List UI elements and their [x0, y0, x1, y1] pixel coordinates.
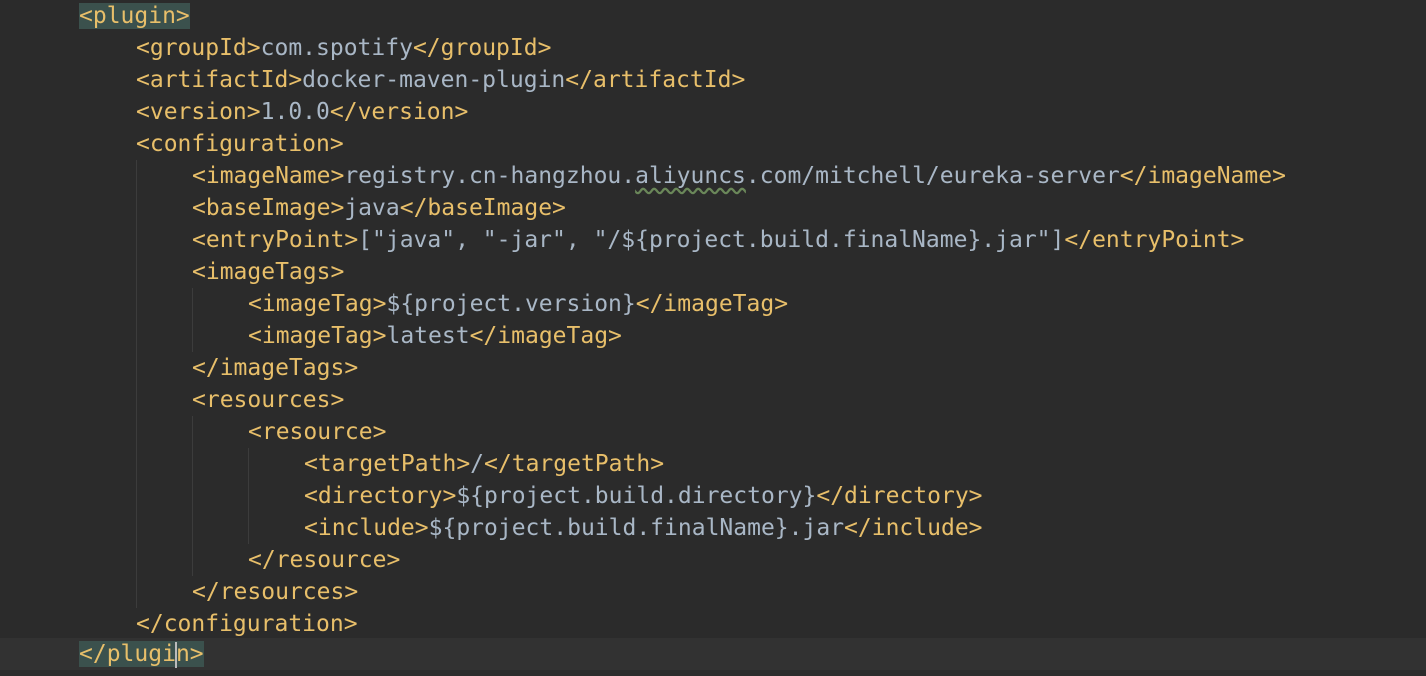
xml-open-tag: <groupId>: [136, 35, 261, 61]
code-line[interactable]: <imageName>registry.cn-hangzhou.aliyuncs…: [0, 160, 1426, 192]
xml-open-tag: <artifactId>: [136, 67, 303, 93]
xml-open-tag: <resources>: [192, 387, 345, 413]
xml-text: .com/mitchell/eureka-server: [745, 163, 1120, 189]
code-line[interactable]: </configuration>: [0, 608, 1426, 640]
code-line[interactable]: </resources>: [0, 576, 1426, 608]
code-line[interactable]: <include>${project.build.finalName}.jar<…: [0, 512, 1426, 544]
xml-close-tag: </baseImage>: [399, 195, 566, 221]
xml-open-tag: <entryPoint>: [192, 227, 359, 253]
xml-close-tag: </imageName>: [1119, 163, 1286, 189]
xml-text: /: [470, 451, 485, 477]
code-line[interactable]: <imageTags>: [0, 256, 1426, 288]
xml-close-tag: </targetPath>: [484, 451, 665, 477]
xml-close-tag: </artifactId>: [565, 67, 746, 93]
xml-close-tag: </directory>: [816, 483, 983, 509]
code-line[interactable]: <directory>${project.build.directory}</d…: [0, 480, 1426, 512]
xml-open-tag: <imageTag>: [248, 291, 387, 317]
code-line[interactable]: <configuration>: [0, 128, 1426, 160]
code-line[interactable]: <entryPoint>["java", "-jar", "/${project…: [0, 224, 1426, 256]
xml-open-tag: <resource>: [248, 419, 387, 445]
code-line[interactable]: <imageTag>${project.version}</imageTag>: [0, 288, 1426, 320]
code-line[interactable]: <resource>: [0, 416, 1426, 448]
xml-close-tag: </imageTag>: [469, 323, 622, 349]
xml-text: ${project.version}: [386, 291, 636, 317]
current-code-line[interactable]: </plugin>: [0, 638, 1426, 670]
xml-text: com.spotify: [260, 35, 413, 61]
xml-close-tag-part: </plugi: [79, 641, 176, 667]
code-line[interactable]: <groupId>com.spotify</groupId>: [0, 32, 1426, 64]
code-line[interactable]: <baseImage>java</baseImage>: [0, 192, 1426, 224]
xml-open-tag: <version>: [136, 99, 261, 125]
xml-close-tag: </entryPoint>: [1064, 227, 1245, 253]
xml-close-tag-part: n>: [175, 641, 204, 667]
xml-open-tag: <include>: [304, 515, 429, 541]
xml-open-tag: <configuration>: [136, 131, 344, 157]
xml-text: docker-maven-plugin: [302, 67, 566, 93]
xml-close-tag: </configuration>: [136, 611, 358, 637]
xml-text: latest: [386, 323, 470, 349]
code-line[interactable]: <version>1.0.0</version>: [0, 96, 1426, 128]
code-line[interactable]: <plugin>: [0, 0, 1426, 32]
xml-text: registry.cn-hangzhou.: [344, 163, 636, 189]
xml-close-tag: </groupId>: [412, 35, 552, 61]
code-line[interactable]: </imageTags>: [0, 352, 1426, 384]
xml-open-tag: <imageTags>: [192, 259, 345, 285]
xml-close-tag: </resource>: [248, 547, 401, 573]
xml-text: ${project.build.finalName}.jar: [428, 515, 845, 541]
xml-close-tag: </include>: [844, 515, 983, 541]
code-line[interactable]: <artifactId>docker-maven-plugin</artifac…: [0, 64, 1426, 96]
editor-bottom-edge: [0, 670, 1426, 676]
xml-close-tag: </imageTags>: [192, 355, 359, 381]
xml-close-tag: </resources>: [192, 579, 359, 605]
code-line[interactable]: </resource>: [0, 544, 1426, 576]
code-line[interactable]: <imageTag>latest</imageTag>: [0, 320, 1426, 352]
xml-open-tag: <imageName>: [192, 163, 345, 189]
xml-text: java: [344, 195, 400, 221]
xml-text: 1.0.0: [260, 99, 330, 125]
xml-open-tag: <imageTag>: [248, 323, 387, 349]
xml-text: ["java", "-jar", "/${project.build.final…: [358, 227, 1065, 253]
xml-open-tag: <targetPath>: [304, 451, 471, 477]
xml-close-tag: </imageTag>: [635, 291, 789, 317]
code-line[interactable]: <resources>: [0, 384, 1426, 416]
xml-open-tag: <directory>: [304, 483, 457, 509]
xml-close-tag: </plugin>: [79, 641, 204, 668]
code-editor[interactable]: <plugin> <groupId>com.spotify</groupId> …: [0, 0, 1426, 676]
xml-close-tag: </version>: [329, 99, 469, 125]
xml-text: ${project.build.directory}: [456, 483, 817, 509]
xml-open-tag: <baseImage>: [192, 195, 345, 221]
spellcheck-word: aliyuncs: [635, 163, 746, 189]
code-line[interactable]: <targetPath>/</targetPath>: [0, 448, 1426, 480]
xml-open-tag: <plugin>: [79, 3, 190, 29]
